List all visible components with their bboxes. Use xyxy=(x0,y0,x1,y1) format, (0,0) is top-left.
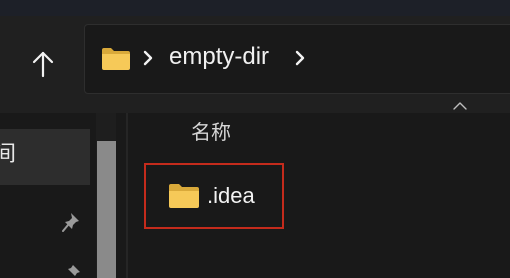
breadcrumb-item-empty-dir[interactable]: empty-dir xyxy=(169,42,269,72)
file-list-pane: 名称 .idea xyxy=(128,102,510,278)
file-item-idea[interactable]: .idea xyxy=(144,163,284,229)
title-bar-strip xyxy=(0,0,510,16)
nav-item-label: 间 xyxy=(0,142,17,167)
navigation-pane: 间 xyxy=(0,113,120,278)
chevron-right-icon xyxy=(295,50,305,66)
pin-icon[interactable] xyxy=(62,211,82,233)
nav-scrollbar-thumb[interactable] xyxy=(97,141,116,278)
up-button[interactable] xyxy=(22,46,64,82)
navigation-toolbar: empty-dir xyxy=(0,16,510,113)
file-explorer-window: empty-dir 间 名称 .idea xyxy=(0,0,510,278)
nav-item-selected[interactable]: 间 xyxy=(0,129,90,185)
breadcrumb-separator[interactable] xyxy=(294,47,306,69)
breadcrumb-separator[interactable] xyxy=(142,47,154,69)
column-header-name[interactable]: 名称 xyxy=(191,119,231,145)
folder-icon xyxy=(169,184,199,208)
arrow-up-icon xyxy=(32,51,54,78)
file-name: .idea xyxy=(207,183,255,208)
chevron-right-icon xyxy=(143,50,153,66)
pin-icon[interactable] xyxy=(64,263,82,278)
chevron-up-icon xyxy=(453,102,467,110)
address-bar[interactable]: empty-dir xyxy=(84,24,510,94)
folder-icon xyxy=(102,48,130,70)
